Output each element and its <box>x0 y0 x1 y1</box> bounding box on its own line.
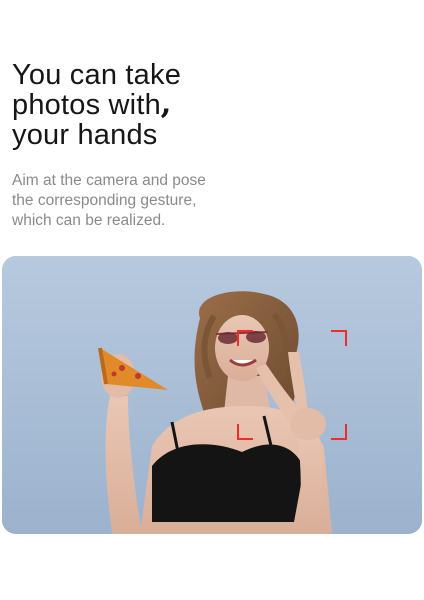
right-hand-shape <box>290 408 326 440</box>
description: Aim at the camera and pose the correspon… <box>12 171 206 231</box>
headline-line-3: your hands <box>12 119 158 151</box>
description-line-2: the corresponding gesture, <box>12 192 197 209</box>
focus-bracket-top-right <box>331 330 347 346</box>
headline-line-1: You can take <box>12 59 182 91</box>
headline: You can take photos with your hands <box>12 60 181 150</box>
focus-bracket-top-left <box>237 330 253 346</box>
gesture-photo-illustration <box>2 256 422 534</box>
headline-line-2: photos with <box>12 89 161 121</box>
decorative-comma-mark: ‚ <box>160 83 172 123</box>
focus-bracket-bottom-right <box>331 424 347 440</box>
black-top-shape <box>152 444 304 522</box>
focus-bracket-bottom-left <box>237 424 253 440</box>
description-line-3: which can be realized. <box>12 212 166 229</box>
description-line-1: Aim at the camera and pose <box>12 172 206 189</box>
gesture-photo <box>2 256 422 534</box>
